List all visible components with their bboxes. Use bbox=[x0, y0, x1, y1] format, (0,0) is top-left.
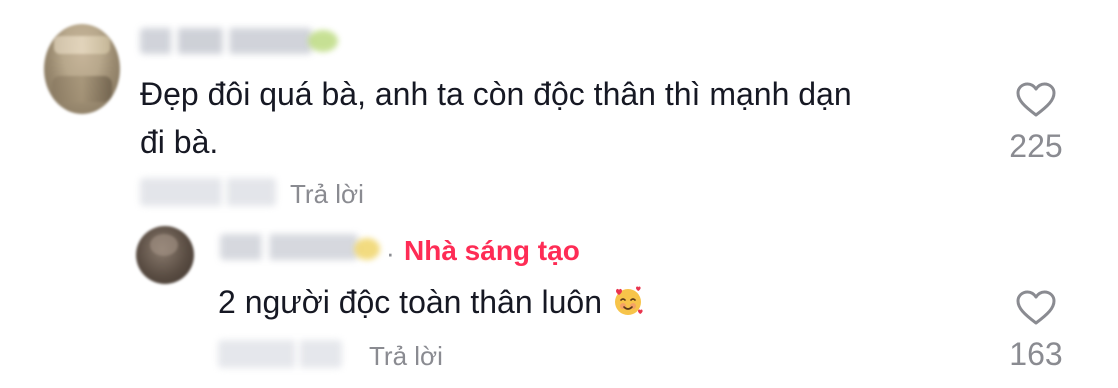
comment-text-line-1: Đẹp đôi quá bà, anh ta còn độc thân thì … bbox=[140, 76, 852, 112]
reply-button[interactable]: Trả lời bbox=[369, 341, 443, 372]
reply-button[interactable]: Trả lời bbox=[290, 179, 364, 210]
separator-dot: · bbox=[386, 238, 395, 268]
like-count: 225 bbox=[1009, 128, 1063, 164]
commenter-avatar[interactable] bbox=[44, 24, 120, 114]
reply-text: 2 người độc toàn thân luôn bbox=[218, 278, 644, 326]
heart-outline-icon[interactable] bbox=[1016, 290, 1056, 326]
comment-date-blurred bbox=[140, 178, 276, 206]
smiling-face-with-hearts-icon bbox=[612, 282, 644, 315]
like-count: 163 bbox=[1009, 336, 1063, 372]
creator-username-blurred[interactable] bbox=[220, 234, 358, 260]
reply-text-content: 2 người độc toàn thân luôn bbox=[218, 284, 603, 320]
reply-date-blurred bbox=[218, 340, 342, 368]
creator-tag: Nhà sáng tạo bbox=[404, 235, 580, 266]
creator-badge-icon bbox=[354, 238, 380, 260]
heart-outline-icon[interactable] bbox=[1016, 82, 1056, 118]
comment-text-line-2: đi bà. bbox=[140, 124, 219, 160]
creator-avatar[interactable] bbox=[136, 226, 194, 284]
verified-badge-icon bbox=[308, 30, 338, 52]
commenter-username-blurred[interactable] bbox=[140, 28, 312, 54]
